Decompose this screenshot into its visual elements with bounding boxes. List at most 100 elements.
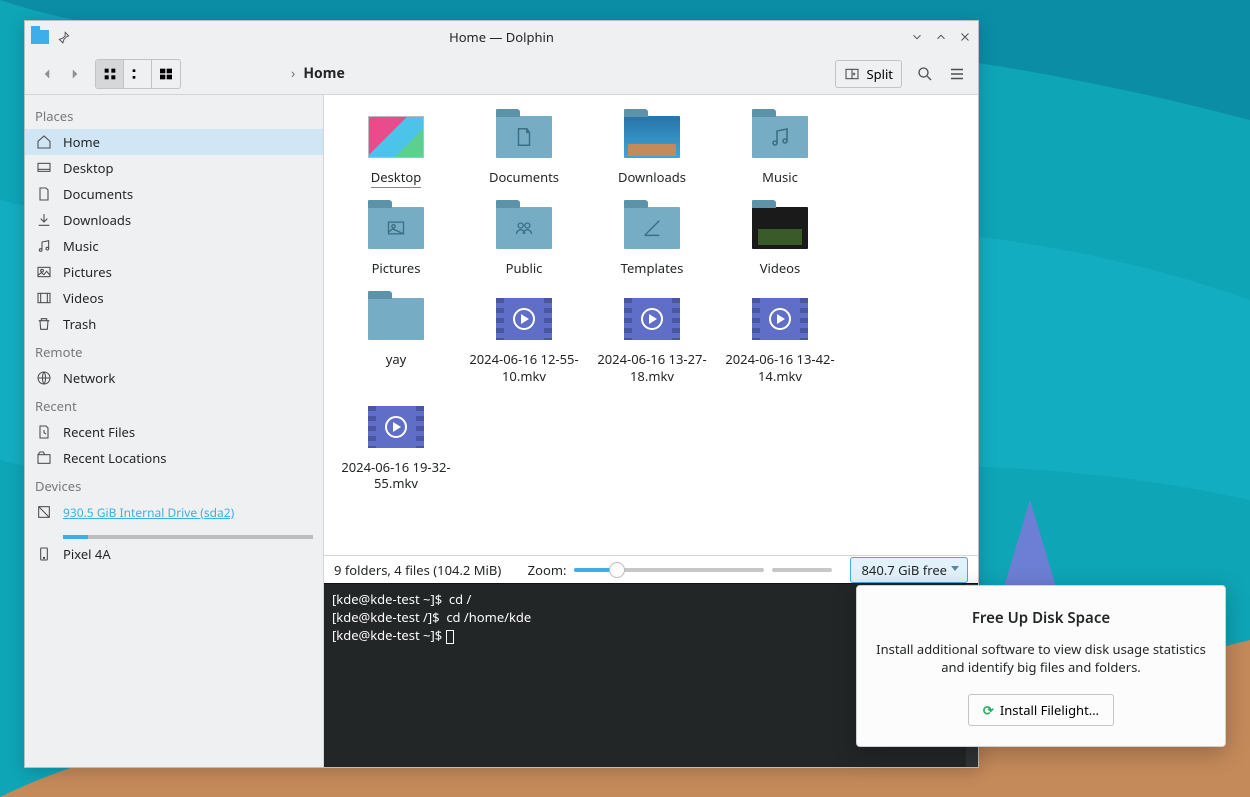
file-thumb — [494, 204, 554, 252]
documents-icon — [35, 185, 53, 203]
places-header: Places — [25, 101, 323, 129]
file-thumb — [494, 295, 554, 343]
file-item[interactable]: 2024-06-16 12-55-10.mkv — [460, 295, 588, 385]
file-thumb — [622, 204, 682, 252]
sidebar-item-videos[interactable]: Videos — [25, 285, 323, 311]
file-grid[interactable]: DesktopDocumentsDownloadsMusic PicturesPu… — [324, 95, 978, 555]
remote-header: Remote — [25, 337, 323, 365]
file-thumb — [750, 113, 810, 161]
videos-icon — [35, 289, 53, 307]
file-item[interactable]: Templates — [588, 204, 716, 277]
file-label: yay — [332, 351, 460, 368]
sidebar-item-internal-drive[interactable]: 930.5 GiB Internal Drive (sda2) — [25, 499, 323, 541]
file-thumb — [366, 204, 426, 252]
back-button[interactable] — [33, 60, 61, 88]
file-label: Videos — [716, 260, 844, 277]
devices-header: Devices — [25, 471, 323, 499]
breadcrumb[interactable]: › Home — [181, 64, 835, 83]
sidebar-item-downloads[interactable]: Downloads — [25, 207, 323, 233]
zoom-slider-extra[interactable] — [772, 568, 832, 572]
file-item[interactable]: Public — [460, 204, 588, 277]
file-label: 2024-06-16 13-42-14.mkv — [716, 351, 844, 385]
view-mode-toggle — [95, 59, 181, 89]
install-filelight-button[interactable]: ⟳ Install Filelight… — [968, 694, 1114, 726]
sidebar-item-pixel4a[interactable]: Pixel 4A — [25, 541, 323, 567]
dolphin-window: Home — Dolphin › Home Split — [24, 20, 979, 768]
window-title: Home — Dolphin — [91, 28, 912, 46]
install-icon: ⟳ — [983, 701, 994, 719]
file-thumb — [366, 113, 426, 161]
sidebar-item-desktop[interactable]: Desktop — [25, 155, 323, 181]
file-item[interactable]: 2024-06-16 19-32-55.mkv — [332, 403, 460, 493]
sidebar-item-pictures[interactable]: Pictures — [25, 259, 323, 285]
file-item[interactable]: 2024-06-16 13-27-18.mkv — [588, 295, 716, 385]
maximize-button[interactable] — [934, 28, 948, 46]
desktop-icon — [35, 159, 53, 177]
split-view-button[interactable]: Split — [835, 60, 902, 88]
sidebar-item-trash[interactable]: Trash — [25, 311, 323, 337]
pin-icon[interactable] — [55, 28, 73, 46]
file-label: Templates — [588, 260, 716, 277]
file-label: Documents — [460, 169, 588, 186]
status-summary: 9 folders, 4 files (104.2 MiB) — [334, 561, 501, 579]
trash-icon — [35, 315, 53, 333]
file-label: Downloads — [588, 169, 716, 186]
toolbar: › Home Split — [25, 53, 978, 95]
close-button[interactable] — [958, 28, 972, 46]
file-item[interactable]: Downloads — [588, 113, 716, 186]
zoom-slider[interactable] — [574, 568, 764, 572]
compact-view-button[interactable] — [124, 60, 152, 88]
status-bar: 9 folders, 4 files (104.2 MiB) Zoom: 840… — [324, 555, 978, 583]
file-label: 2024-06-16 12-55-10.mkv — [460, 351, 588, 385]
file-label: 2024-06-16 19-32-55.mkv — [332, 459, 460, 493]
file-label: Desktop — [332, 169, 460, 186]
file-thumb — [750, 204, 810, 252]
downloads-icon — [35, 211, 53, 229]
pictures-icon — [35, 263, 53, 281]
hamburger-menu-button[interactable] — [948, 65, 966, 83]
breadcrumb-current: Home — [303, 64, 344, 83]
sidebar-item-recent-files[interactable]: Recent Files — [25, 419, 323, 445]
places-panel: Places Home Desktop Documents Downloads … — [25, 95, 324, 767]
split-label: Split — [866, 65, 893, 83]
popup-body: Install additional software to view disk… — [875, 640, 1207, 676]
sidebar-item-documents[interactable]: Documents — [25, 181, 323, 207]
search-button[interactable] — [916, 65, 934, 83]
file-label: 2024-06-16 13-27-18.mkv — [588, 351, 716, 385]
drive-icon — [35, 503, 53, 521]
file-thumb — [366, 403, 426, 451]
file-thumb — [494, 113, 554, 161]
details-view-button[interactable] — [152, 60, 180, 88]
recent-files-icon — [35, 423, 53, 441]
file-item[interactable]: Music — [716, 113, 844, 186]
network-icon — [35, 369, 53, 387]
recent-header: Recent — [25, 391, 323, 419]
home-icon — [35, 133, 53, 151]
sidebar-item-network[interactable]: Network — [25, 365, 323, 391]
popup-title: Free Up Disk Space — [875, 608, 1207, 628]
file-item[interactable]: yay — [332, 295, 460, 385]
file-item[interactable]: 2024-06-16 13-42-14.mkv — [716, 295, 844, 385]
file-thumb — [750, 295, 810, 343]
file-label: Music — [716, 169, 844, 186]
phone-icon — [35, 545, 53, 563]
free-space-popup: Free Up Disk Space Install additional so… — [856, 585, 1226, 747]
sidebar-item-music[interactable]: Music — [25, 233, 323, 259]
file-thumb — [622, 295, 682, 343]
file-label: Pictures — [332, 260, 460, 277]
free-space-button[interactable]: 840.7 GiB free — [850, 557, 968, 583]
titlebar[interactable]: Home — Dolphin — [25, 21, 978, 53]
zoom-label: Zoom: — [528, 561, 567, 579]
minimize-button[interactable] — [910, 28, 924, 46]
icons-view-button[interactable] — [96, 60, 124, 88]
file-item[interactable]: Desktop — [332, 113, 460, 186]
music-icon — [35, 237, 53, 255]
file-item[interactable]: Documents — [460, 113, 588, 186]
forward-button[interactable] — [61, 60, 89, 88]
file-thumb — [366, 295, 426, 343]
sidebar-item-home[interactable]: Home — [25, 129, 323, 155]
file-thumb — [622, 113, 682, 161]
sidebar-item-recent-locations[interactable]: Recent Locations — [25, 445, 323, 471]
file-item[interactable]: Pictures — [332, 204, 460, 277]
file-item[interactable]: Videos — [716, 204, 844, 277]
